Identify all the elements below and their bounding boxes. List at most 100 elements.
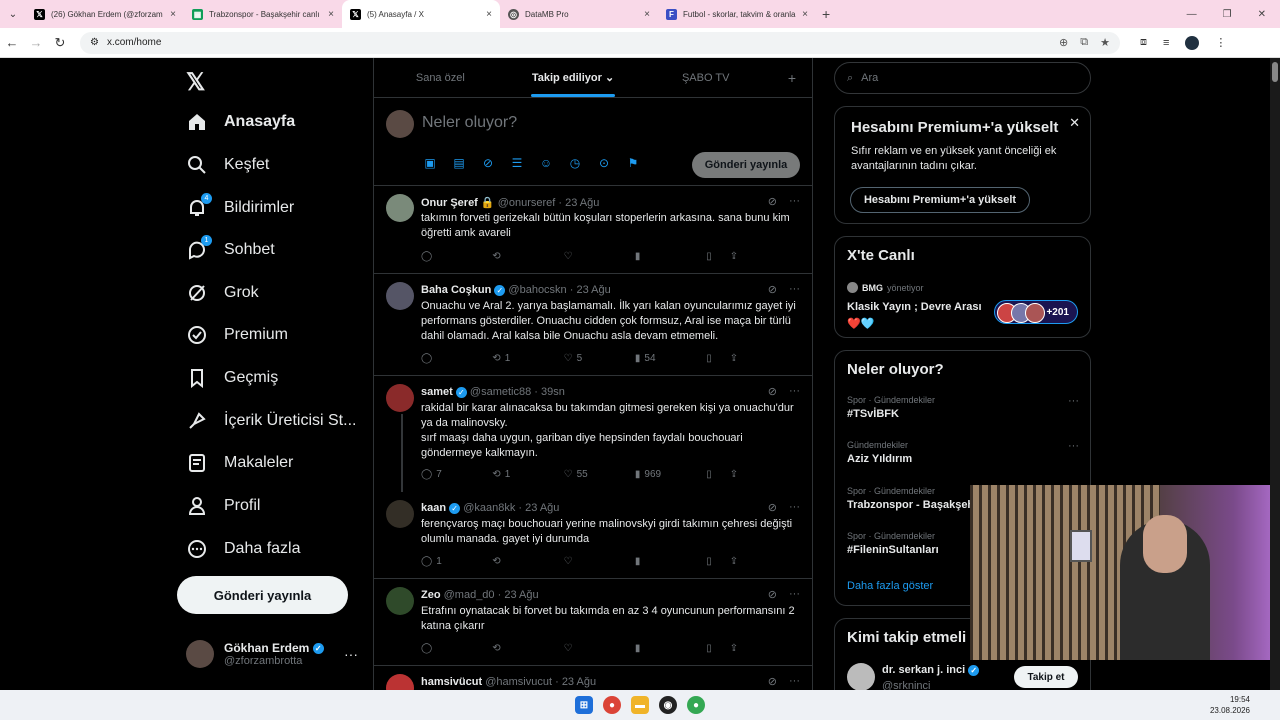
more-dots-icon[interactable]: ··· xyxy=(1068,440,1079,452)
maximize-icon[interactable]: ❐ xyxy=(1223,9,1232,20)
tweet[interactable]: Baha Coşkun ✓ @bahocskn · 23 Ağu ⊘ ··· On… xyxy=(374,274,812,376)
grok-icon[interactable]: ⊘ xyxy=(480,156,496,170)
windows-start-icon[interactable]: ⊞ xyxy=(575,696,593,714)
share-icon[interactable]: ⇪ xyxy=(730,353,801,364)
forward-icon[interactable]: → xyxy=(24,35,48,50)
gif-icon[interactable]: ▤ xyxy=(451,156,467,170)
share-icon[interactable]: ⇪ xyxy=(730,556,801,567)
chrome-icon[interactable]: ● xyxy=(603,696,621,714)
views-icon[interactable]: ▮ xyxy=(635,556,706,567)
close-icon[interactable]: × xyxy=(328,9,334,20)
image-icon[interactable]: ▣ xyxy=(422,156,438,170)
emoji-icon[interactable]: ☺ xyxy=(538,156,554,170)
live-participants[interactable]: +201 xyxy=(994,300,1078,324)
obs-icon[interactable]: ◉ xyxy=(659,696,677,714)
new-tab-button[interactable]: + xyxy=(822,6,830,22)
share-icon[interactable]: ⇪ xyxy=(730,469,801,480)
more-dots-icon[interactable]: ··· xyxy=(789,501,800,514)
reply-icon[interactable]: ◯ xyxy=(421,643,492,654)
tab-search-icon[interactable]: ⌄ xyxy=(0,9,26,20)
close-icon[interactable]: × xyxy=(170,9,176,20)
reply-icon[interactable]: ◯ xyxy=(421,251,492,262)
nav-articles[interactable]: Makaleler xyxy=(186,448,293,478)
zoom-icon[interactable]: ⊕ xyxy=(1059,36,1068,49)
nav-notifications[interactable]: 4 Bildirimler xyxy=(186,193,294,223)
share-icon[interactable]: ⇪ xyxy=(730,251,801,262)
trend-item[interactable]: Gündemdekiler Aziz Yıldırım ··· xyxy=(847,440,1079,465)
like-icon[interactable]: ♡ 5 xyxy=(564,353,635,364)
like-icon[interactable]: ♡ xyxy=(564,556,635,567)
flag-icon[interactable]: ⚑ xyxy=(625,156,641,170)
reply-icon[interactable]: ◯ xyxy=(421,353,492,364)
views-icon[interactable]: ▮ xyxy=(635,643,706,654)
more-dots-icon[interactable]: ··· xyxy=(789,195,800,208)
poll-icon[interactable]: ☰ xyxy=(509,156,525,170)
live-card[interactable]: X'te Canlı BMG yönetiyor Klasik Yayın ; D… xyxy=(834,236,1091,338)
account-switcher[interactable]: Gökhan Erdem ✓ @zforzambrotta ··· xyxy=(186,640,358,668)
tweet-author[interactable]: Baha Coşkun xyxy=(421,284,491,296)
browser-tab-3[interactable]: 𝕏 (5) Anasayfa / X × xyxy=(342,0,500,28)
tab-following[interactable]: Takip ediliyor ⌄ xyxy=(507,58,640,97)
tweet[interactable]: kaan ✓ @kaan8kk · 23 Ağu ⊘ ··· ferençvaro… xyxy=(374,492,812,579)
retweet-icon[interactable]: ⟲ 1 xyxy=(492,469,563,480)
nav-home[interactable]: Anasayfa xyxy=(186,107,295,137)
browser-menu-icon[interactable]: ⋮ xyxy=(1215,36,1226,49)
nav-more[interactable]: Daha fazla xyxy=(186,534,301,564)
nav-premium[interactable]: Premium xyxy=(186,320,288,350)
compose-input[interactable]: Neler oluyor? xyxy=(422,114,517,132)
tweet[interactable]: Zeo @mad_d0 · 23 Ağu ⊘ ··· Etrafını oynat… xyxy=(374,579,812,666)
retweet-icon[interactable]: ⟲ xyxy=(492,556,563,567)
chrome-profile-icon[interactable]: ● xyxy=(687,696,705,714)
back-icon[interactable]: ← xyxy=(0,35,24,50)
tab-sabo-tv[interactable]: ŞABO TV xyxy=(639,58,772,97)
nav-chat[interactable]: 1 Sohbet xyxy=(186,235,275,265)
file-explorer-icon[interactable]: ▬ xyxy=(631,696,649,714)
tweet-author[interactable]: samet xyxy=(421,386,453,398)
page-scrollbar[interactable] xyxy=(1270,58,1280,690)
grok-icon[interactable]: ⊘ xyxy=(768,675,777,688)
nav-explore[interactable]: Keşfet xyxy=(186,150,269,180)
media-icon[interactable]: ≡ xyxy=(1163,37,1169,49)
minimize-icon[interactable]: — xyxy=(1187,9,1197,20)
post-button[interactable]: Gönderi yayınla xyxy=(177,576,348,614)
more-dots-icon[interactable]: ··· xyxy=(1068,395,1079,407)
retweet-icon[interactable]: ⟲ 1 xyxy=(492,353,563,364)
share-icon[interactable]: ⇪ xyxy=(730,643,801,654)
x-logo-icon[interactable]: 𝕏 xyxy=(186,68,205,97)
tweet[interactable]: hamsivücut @hamsivucut · 23 Ağu ⊘ ··· xyxy=(374,666,812,690)
close-window-icon[interactable]: ✕ xyxy=(1258,9,1266,20)
more-dots-icon[interactable]: ··· xyxy=(789,588,800,601)
close-icon[interactable]: ✕ xyxy=(1069,115,1080,131)
views-icon[interactable]: ▮ 54 xyxy=(635,353,706,364)
more-dots-icon[interactable]: ··· xyxy=(344,646,358,662)
grok-icon[interactable]: ⊘ xyxy=(768,283,777,296)
show-more-link[interactable]: Daha fazla göster xyxy=(847,580,933,592)
schedule-icon[interactable]: ◷ xyxy=(567,156,583,170)
tweet-author[interactable]: Zeo xyxy=(421,589,441,601)
nav-bookmarks[interactable]: Geçmiş xyxy=(186,363,278,393)
browser-tab-2[interactable]: ▦ Trabzonspor - Başakşehir canlı × xyxy=(184,0,342,28)
like-icon[interactable]: ♡ xyxy=(564,251,635,262)
site-info-icon[interactable]: ⚙ xyxy=(90,37,99,48)
like-icon[interactable]: ♡ xyxy=(564,643,635,654)
system-clock[interactable]: 19:54 23.08.2026 xyxy=(1210,694,1250,716)
more-dots-icon[interactable]: ··· xyxy=(789,283,800,296)
like-icon[interactable]: ♡ 55 xyxy=(564,469,635,480)
close-icon[interactable]: × xyxy=(644,9,650,20)
extensions-icon[interactable]: ⧈ xyxy=(1140,36,1147,49)
grok-icon[interactable]: ⊘ xyxy=(768,588,777,601)
grok-icon[interactable]: ⊘ xyxy=(768,195,777,208)
compose-post-button[interactable]: Gönderi yayınla xyxy=(692,152,800,178)
nav-grok[interactable]: Grok xyxy=(186,278,259,308)
more-dots-icon[interactable]: ··· xyxy=(789,385,800,398)
more-dots-icon[interactable]: ··· xyxy=(789,675,800,688)
location-icon[interactable]: ⊙ xyxy=(596,156,612,170)
grok-icon[interactable]: ⊘ xyxy=(768,385,777,398)
retweet-icon[interactable]: ⟲ xyxy=(492,251,563,262)
browser-tab-1[interactable]: 𝕏 (26) Gökhan Erdem (@zforzam × xyxy=(26,0,184,28)
tweet[interactable]: Onur Şeref 🔒 @onurseref · 23 Ağu ⊘ ··· ta… xyxy=(374,186,812,274)
tweet[interactable]: samet ✓ @sametic88 · 39sn ⊘ ··· rakidal b… xyxy=(374,376,812,492)
profile-avatar[interactable] xyxy=(1185,35,1200,50)
tweet-author[interactable]: Onur Şeref xyxy=(421,197,478,209)
add-tab-icon[interactable]: + xyxy=(772,58,812,97)
